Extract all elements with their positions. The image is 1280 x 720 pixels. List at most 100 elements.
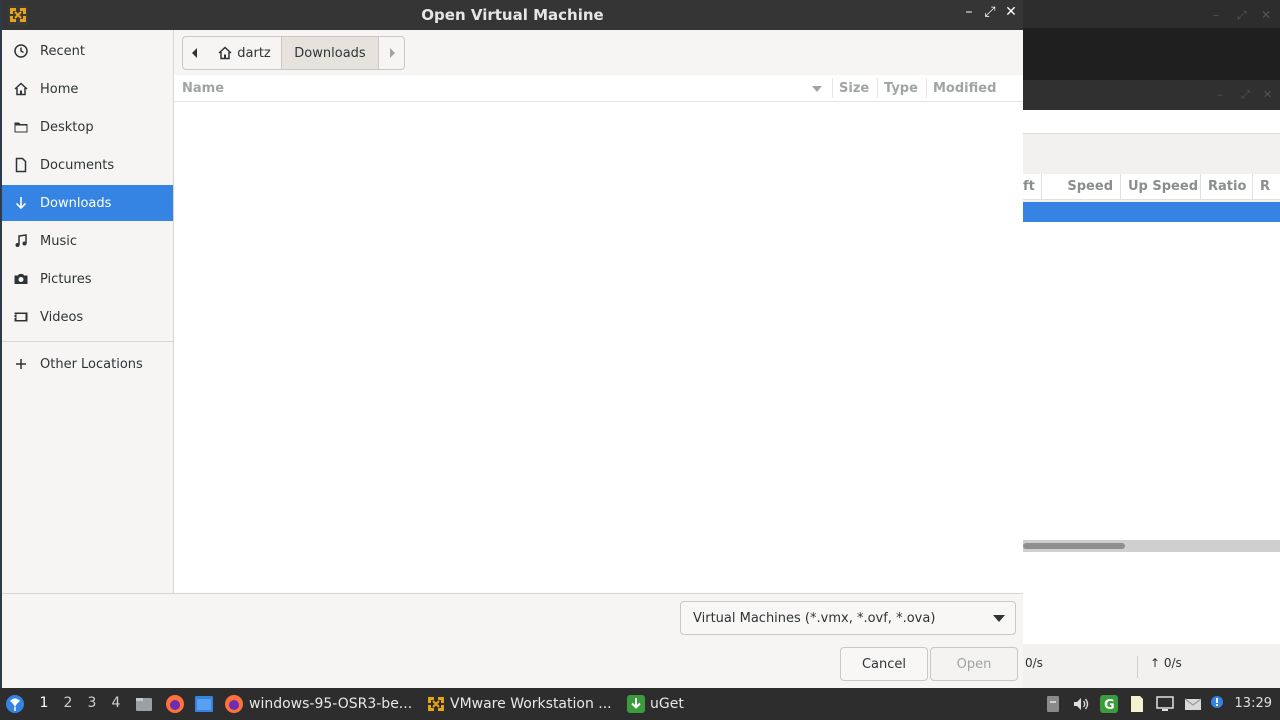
sidebar-item-videos[interactable]: Videos [2, 299, 173, 335]
music-icon [2, 233, 40, 249]
background-selected-row[interactable] [1023, 202, 1280, 222]
workspace-3[interactable]: 3 [85, 695, 99, 711]
task-label: uGet [650, 696, 684, 712]
path-back-button[interactable] [182, 36, 208, 70]
bg-sub-close-icon: ✕ [1263, 88, 1273, 101]
background-scrollbar[interactable] [1023, 540, 1280, 552]
path-crumb-downloads[interactable]: Downloads [282, 36, 379, 70]
maximize-button[interactable]: ⤢ [981, 4, 999, 20]
file-type-filter-dropdown[interactable]: Virtual Machines (*.vmx, *.ovf, *.ova) [680, 601, 1016, 635]
status-upload-speed: ↑ 0/s [1150, 656, 1182, 670]
dialog-titlebar[interactable]: Open Virtual Machine – ⤢ ✕ [2, 0, 1023, 30]
sidebar-item-music[interactable]: Music [2, 223, 173, 259]
bg-col-speed[interactable]: Speed [1042, 174, 1121, 199]
column-type[interactable]: Type [884, 81, 918, 96]
file-manager-launcher-icon[interactable] [135, 695, 153, 713]
firefox-launcher-icon[interactable] [165, 694, 185, 714]
plus-icon [2, 356, 40, 372]
task-label: windows-95-OSR3-be... [249, 696, 413, 712]
bg-col-up-speed[interactable]: Up Speed [1121, 174, 1201, 199]
task-label: VMware Workstation ... [450, 696, 612, 712]
sidebar-item-downloads[interactable]: Downloads [2, 185, 173, 221]
notes-tray-icon[interactable] [1128, 695, 1146, 713]
scrollbar-thumb[interactable] [1023, 543, 1125, 549]
display-tray-icon[interactable] [1156, 695, 1174, 713]
chevron-right-icon [389, 48, 395, 58]
clock[interactable]: 13:29 [1235, 696, 1272, 711]
background-details [1023, 552, 1280, 644]
column-modified[interactable]: Modified [933, 81, 996, 96]
sidebar-item-label: Pictures [40, 271, 92, 287]
volume-tray-icon[interactable] [1072, 695, 1090, 713]
sidebar-item-label: Music [40, 233, 77, 249]
workspace-4[interactable]: 4 [109, 695, 123, 711]
path-crumb-label: dartz [237, 45, 271, 61]
bg-maximize-icon: ⤢ [1237, 8, 1247, 22]
sidebar-item-label: Recent [40, 43, 85, 59]
sidebar-item-documents[interactable]: Documents [2, 147, 173, 183]
task-vmware-window[interactable]: VMware Workstation ... [426, 688, 618, 720]
close-button[interactable]: ✕ [1002, 4, 1020, 20]
sidebar-item-other-locations[interactable]: Other Locations [2, 346, 173, 382]
path-crumb-home[interactable]: dartz [207, 36, 282, 70]
file-list-header: Name Size Type Modified [174, 75, 1023, 102]
path-forward-button[interactable] [378, 36, 405, 70]
column-separator [832, 78, 833, 98]
background-titlebar: – ⤢ ✕ [1023, 0, 1280, 28]
workspace-2[interactable]: 2 [61, 695, 75, 711]
sidebar-item-label: Home [40, 81, 79, 97]
bg-col-ft[interactable]: ft [1023, 174, 1042, 199]
background-toolbar-row [1023, 134, 1280, 174]
background-window: – ⤢ ✕ – ⤢ ✕ ft Speed Up Speed Ratio R 0/… [1023, 0, 1280, 688]
sidebar-item-desktop[interactable]: Desktop [2, 109, 173, 145]
clock-icon [2, 43, 40, 59]
minimize-button[interactable]: – [960, 4, 978, 20]
background-subbar: – ⤢ ✕ [1023, 80, 1280, 110]
update-notification-tray-icon[interactable] [1208, 695, 1226, 713]
sidebar-item-recent[interactable]: Recent [2, 33, 173, 69]
video-icon [2, 309, 40, 325]
column-size[interactable]: Size [839, 81, 869, 96]
terminal-launcher-icon[interactable] [194, 695, 214, 713]
bg-minimize-icon: – [1213, 8, 1219, 22]
column-separator [926, 78, 927, 98]
bg-col-ratio[interactable]: Ratio [1201, 174, 1253, 199]
column-separator [877, 78, 878, 98]
dialog-title: Open Virtual Machine [421, 6, 604, 24]
chevron-left-icon [192, 48, 197, 58]
sidebar-item-pictures[interactable]: Pictures [2, 261, 173, 297]
cancel-button[interactable]: Cancel [840, 647, 928, 681]
mail-tray-icon[interactable] [1184, 695, 1202, 713]
bg-sub-maximize-icon: ⤢ [1241, 88, 1250, 101]
sidebar-item-label: Videos [40, 309, 84, 325]
path-bar: dartz Downloads [174, 30, 1023, 75]
column-name[interactable]: Name [182, 81, 224, 96]
sidebar-item-home[interactable]: Home [2, 71, 173, 107]
bg-sub-minimize-icon: – [1217, 88, 1223, 101]
sidebar-item-label: Documents [40, 157, 115, 173]
background-column-header: ft Speed Up Speed Ratio R [1023, 174, 1280, 200]
task-firefox-window[interactable]: windows-95-OSR3-be... [224, 688, 414, 720]
download-icon [2, 195, 40, 211]
chevron-down-icon [993, 615, 1005, 622]
firefox-icon [225, 695, 243, 713]
workspace-1[interactable]: 1 [37, 695, 51, 711]
folder-icon [2, 119, 40, 135]
open-button[interactable]: Open [930, 647, 1018, 681]
uget-tray-icon[interactable]: G [1100, 695, 1118, 713]
start-menu-icon[interactable] [5, 694, 25, 714]
svg-text:G: G [1104, 698, 1115, 713]
sidebar-item-label: Downloads [40, 195, 112, 211]
background-statusbar: 0/s ↑ 0/s [1023, 656, 1280, 678]
task-uget-window[interactable]: uGet [626, 688, 696, 720]
sort-descending-icon[interactable] [811, 85, 823, 93]
document-icon [2, 157, 40, 173]
background-toolbar [1023, 28, 1280, 80]
status-download-speed: 0/s [1023, 656, 1138, 678]
sidebar-item-label: Other Locations [40, 356, 143, 372]
taskbar: 1 2 3 4 windows-95-OSR3-be... VMware Wor… [0, 688, 1280, 720]
file-list[interactable] [174, 102, 1023, 593]
clipboard-tray-icon[interactable] [1044, 695, 1062, 713]
home-icon [218, 46, 232, 60]
bg-col-r[interactable]: R [1253, 174, 1277, 199]
